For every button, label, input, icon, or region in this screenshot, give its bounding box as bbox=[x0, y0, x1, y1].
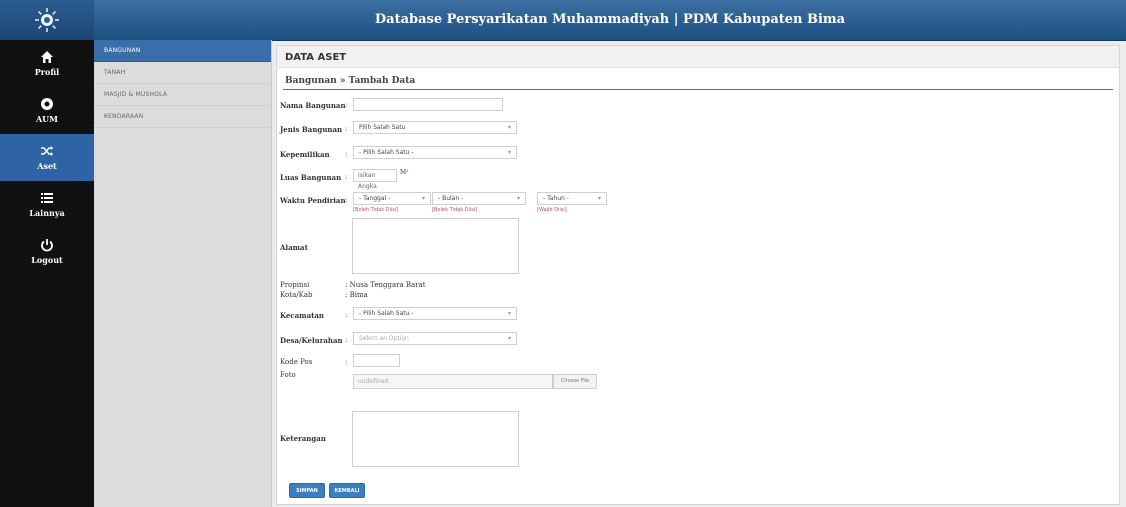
compass-icon bbox=[41, 98, 53, 110]
bulan-select[interactable]: - Bulan - ▾ bbox=[432, 192, 526, 205]
breadcrumb: Bangunan » Tambah Data bbox=[285, 76, 416, 86]
kode-pos-input[interactable] bbox=[353, 354, 400, 367]
sun-logo-icon bbox=[35, 8, 59, 32]
colon: : bbox=[345, 358, 348, 366]
jenis-label: Jenis Bangunan bbox=[280, 125, 343, 134]
colon: : bbox=[345, 101, 348, 109]
kepemilikan-value: - Pilih Salah Satu - bbox=[359, 149, 414, 156]
subnav-item-kendaraan[interactable]: KENDARAAN bbox=[94, 106, 271, 128]
alamat-textarea[interactable] bbox=[352, 218, 519, 274]
panel-header: DATA ASET bbox=[277, 46, 1119, 68]
desa-value: Select an Option bbox=[359, 335, 409, 342]
subnav-item-tanah[interactable]: TANAH bbox=[94, 62, 271, 84]
left-nav: Profil AUM Aset Lainnya Logout bbox=[0, 40, 94, 507]
hint-tanggal: [Boleh Tidak Diisi] bbox=[353, 207, 399, 213]
colon: : bbox=[345, 173, 348, 181]
kota-label: Kota/Kab bbox=[280, 291, 313, 299]
tanggal-value: - Tanggal - bbox=[359, 195, 391, 202]
nav-logout-label: Logout bbox=[31, 255, 63, 265]
nav-aum[interactable]: AUM bbox=[0, 87, 94, 134]
foto-label: Foto bbox=[280, 371, 296, 379]
subnav-item-bangunan[interactable]: BANGUNAN bbox=[94, 40, 271, 62]
chevron-down-icon: ▾ bbox=[507, 335, 511, 342]
luas-unit: M² bbox=[400, 169, 409, 176]
kodepos-label: Kode Pos bbox=[280, 358, 313, 366]
alamat-label: Alamat bbox=[280, 243, 308, 252]
simpan-button[interactable]: SIMPAN bbox=[289, 483, 325, 498]
kembali-button[interactable]: KEMBALI bbox=[329, 483, 365, 498]
home-icon bbox=[41, 51, 53, 63]
kecamatan-value: - Pilih Salah Satu - bbox=[359, 310, 414, 317]
nav-lainnya[interactable]: Lainnya bbox=[0, 181, 94, 228]
nav-profil[interactable]: Profil bbox=[0, 40, 94, 87]
nav-profil-label: Profil bbox=[34, 67, 60, 77]
chevron-down-icon: ▾ bbox=[507, 149, 511, 156]
kecamatan-select[interactable]: - Pilih Salah Satu - ▾ bbox=[353, 307, 517, 320]
luas-label: Luas Bangunan bbox=[280, 173, 342, 182]
desa-label: Desa/Kelurahan bbox=[280, 336, 343, 345]
foto-path-input: undefined bbox=[353, 374, 553, 389]
hint-tahun: [Wajib Diisi] bbox=[537, 207, 567, 213]
nav-logout[interactable]: Logout bbox=[0, 228, 94, 275]
tahun-select[interactable]: - Tahun - ▾ bbox=[537, 192, 607, 205]
desa-select[interactable]: Select an Option ▾ bbox=[353, 332, 517, 345]
kepemilikan-label: Kepemilikan bbox=[280, 150, 330, 159]
chevron-down-icon: ▾ bbox=[516, 195, 520, 202]
list-icon bbox=[41, 193, 53, 203]
breadcrumb-divider bbox=[283, 89, 1113, 90]
propinsi-value: : Nusa Tenggara Barat bbox=[345, 281, 426, 289]
bulan-value: - Bulan - bbox=[438, 195, 464, 202]
chevron-down-icon: ▾ bbox=[597, 195, 601, 202]
tanggal-select[interactable]: - Tanggal - ▾ bbox=[353, 192, 431, 205]
keterangan-textarea[interactable] bbox=[352, 411, 519, 467]
colon: : bbox=[345, 125, 348, 133]
propinsi-text: Nusa Tenggara Barat bbox=[349, 281, 426, 289]
colon: : bbox=[345, 336, 348, 344]
nav-aset[interactable]: Aset bbox=[0, 134, 94, 181]
power-icon bbox=[41, 239, 53, 252]
keterangan-label: Keterangan bbox=[280, 434, 326, 443]
subnav-item-masjid[interactable]: MASJID & MUSHOLA bbox=[94, 84, 271, 106]
hint-bulan: [Boleh Tidak Diisi] bbox=[432, 207, 478, 213]
top-header: Database Persyarikatan Muhammadiyah | PD… bbox=[0, 0, 1126, 41]
nav-aum-label: AUM bbox=[35, 114, 59, 124]
colon: : bbox=[345, 311, 348, 319]
nama-label: Nama Bangunan bbox=[280, 101, 346, 110]
shuffle-icon bbox=[41, 146, 53, 156]
chevron-down-icon: ▾ bbox=[421, 195, 425, 202]
nav-aset-label: Aset bbox=[37, 161, 57, 171]
tahun-value: - Tahun - bbox=[543, 195, 569, 202]
chevron-down-icon: ▾ bbox=[507, 310, 511, 317]
propinsi-label: Propinsi bbox=[280, 281, 310, 289]
colon: : bbox=[345, 196, 348, 204]
nama-bangunan-input[interactable] bbox=[353, 98, 503, 111]
waktu-label: Waktu Pendirian bbox=[280, 196, 346, 205]
app-title: Database Persyarikatan Muhammadiyah | PD… bbox=[374, 12, 846, 27]
chevron-down-icon: ▾ bbox=[507, 124, 511, 131]
kota-value: : Bima bbox=[345, 291, 368, 299]
jenis-bangunan-select[interactable]: Pilih Salah Satu ▾ bbox=[353, 121, 517, 134]
kepemilikan-select[interactable]: - Pilih Salah Satu - ▾ bbox=[353, 146, 517, 159]
kota-text: Bima bbox=[349, 291, 368, 299]
luas-bangunan-input[interactable]: Isikan Angka bbox=[353, 169, 397, 190]
jenis-value: Pilih Salah Satu bbox=[359, 124, 406, 131]
choose-file-button[interactable]: Choose File bbox=[553, 374, 597, 389]
colon: : bbox=[345, 150, 348, 158]
kecamatan-label: Kecamatan bbox=[280, 311, 324, 320]
panel-title: DATA ASET bbox=[285, 52, 347, 63]
nav-lainnya-label: Lainnya bbox=[29, 208, 65, 218]
sub-nav: BANGUNAN TANAH MASJID & MUSHOLA KENDARAA… bbox=[94, 40, 272, 507]
main-panel: DATA ASET Bangunan » Tambah Data Nama Ba… bbox=[276, 45, 1120, 505]
logo[interactable] bbox=[0, 0, 94, 40]
